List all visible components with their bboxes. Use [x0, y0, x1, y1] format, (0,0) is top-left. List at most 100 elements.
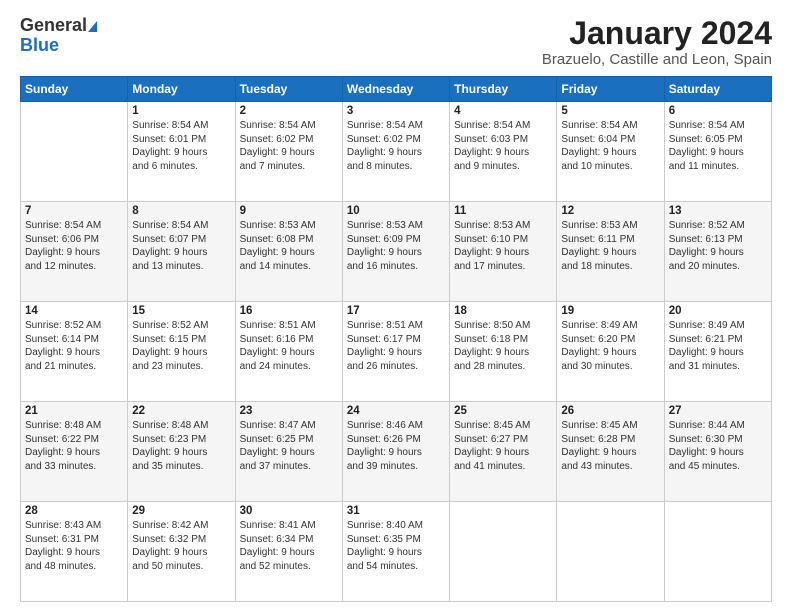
day-number: 18: [454, 305, 552, 317]
calendar-week-row: 1Sunrise: 8:54 AMSunset: 6:01 PMDaylight…: [21, 102, 772, 202]
logo-blue: Blue: [20, 36, 97, 56]
day-number: 22: [132, 405, 230, 417]
cell-info: Sunrise: 8:43 AMSunset: 6:31 PMDaylight:…: [25, 519, 123, 573]
calendar-cell: 8 Sunrise: 8:54 AMSunset: 6:07 PMDaylight…: [128, 202, 235, 302]
calendar-cell: 9 Sunrise: 8:53 AMSunset: 6:08 PMDaylight…: [235, 202, 342, 302]
day-number: 15: [132, 305, 230, 317]
calendar-cell: 12 Sunrise: 8:53 AMSunset: 6:11 PMDayligh…: [557, 202, 664, 302]
day-number: 9: [240, 205, 338, 217]
day-header: Saturday: [664, 77, 771, 102]
calendar-cell: 29 Sunrise: 8:42 AMSunset: 6:32 PMDayligh…: [128, 502, 235, 602]
page: General Blue January 2024 Brazuelo, Cast…: [0, 0, 792, 612]
day-header: Wednesday: [342, 77, 449, 102]
day-number: 30: [240, 505, 338, 517]
cell-info: Sunrise: 8:54 AMSunset: 6:02 PMDaylight:…: [347, 119, 445, 173]
cell-info: Sunrise: 8:53 AMSunset: 6:10 PMDaylight:…: [454, 219, 552, 273]
calendar-week-row: 21 Sunrise: 8:48 AMSunset: 6:22 PMDayligh…: [21, 402, 772, 502]
day-number: 27: [669, 405, 767, 417]
calendar-cell: 1Sunrise: 8:54 AMSunset: 6:01 PMDaylight…: [128, 102, 235, 202]
cell-info: Sunrise: 8:49 AMSunset: 6:21 PMDaylight:…: [669, 319, 767, 373]
calendar-body: 1Sunrise: 8:54 AMSunset: 6:01 PMDaylight…: [21, 102, 772, 602]
calendar-cell: 13 Sunrise: 8:52 AMSunset: 6:13 PMDayligh…: [664, 202, 771, 302]
day-header: Tuesday: [235, 77, 342, 102]
cell-info: Sunrise: 8:54 AMSunset: 6:03 PMDaylight:…: [454, 119, 552, 173]
cell-info: Sunrise: 8:52 AMSunset: 6:13 PMDaylight:…: [669, 219, 767, 273]
logo: General Blue: [20, 16, 97, 56]
day-header: Monday: [128, 77, 235, 102]
cell-info: Sunrise: 8:45 AMSunset: 6:27 PMDaylight:…: [454, 419, 552, 473]
cell-info: Sunrise: 8:53 AMSunset: 6:11 PMDaylight:…: [561, 219, 659, 273]
cell-info: Sunrise: 8:40 AMSunset: 6:35 PMDaylight:…: [347, 519, 445, 573]
calendar-cell: [664, 502, 771, 602]
day-number: 29: [132, 505, 230, 517]
calendar-week-row: 28Sunrise: 8:43 AMSunset: 6:31 PMDayligh…: [21, 502, 772, 602]
calendar-cell: 25 Sunrise: 8:45 AMSunset: 6:27 PMDayligh…: [450, 402, 557, 502]
page-subtitle: Brazuelo, Castille and Leon, Spain: [542, 51, 772, 68]
calendar-cell: 21 Sunrise: 8:48 AMSunset: 6:22 PMDayligh…: [21, 402, 128, 502]
day-header: Sunday: [21, 77, 128, 102]
calendar-cell: 18 Sunrise: 8:50 AMSunset: 6:18 PMDayligh…: [450, 302, 557, 402]
page-title: January 2024: [542, 16, 772, 51]
logo-general: General: [20, 15, 87, 35]
cell-info: Sunrise: 8:52 AMSunset: 6:15 PMDaylight:…: [132, 319, 230, 373]
cell-info: Sunrise: 8:46 AMSunset: 6:26 PMDaylight:…: [347, 419, 445, 473]
calendar-cell: 11Sunrise: 8:53 AMSunset: 6:10 PMDayligh…: [450, 202, 557, 302]
day-number: 25: [454, 405, 552, 417]
day-header: Thursday: [450, 77, 557, 102]
cell-info: Sunrise: 8:52 AMSunset: 6:14 PMDaylight:…: [25, 319, 123, 373]
calendar-cell: [21, 102, 128, 202]
calendar-cell: 26 Sunrise: 8:45 AMSunset: 6:28 PMDayligh…: [557, 402, 664, 502]
day-number: 13: [669, 205, 767, 217]
day-number: 8: [132, 205, 230, 217]
day-number: 23: [240, 405, 338, 417]
calendar-cell: 7 Sunrise: 8:54 AMSunset: 6:06 PMDaylight…: [21, 202, 128, 302]
cell-info: Sunrise: 8:42 AMSunset: 6:32 PMDaylight:…: [132, 519, 230, 573]
cell-info: Sunrise: 8:49 AMSunset: 6:20 PMDaylight:…: [561, 319, 659, 373]
cell-info: Sunrise: 8:53 AMSunset: 6:08 PMDaylight:…: [240, 219, 338, 273]
cell-info: Sunrise: 8:45 AMSunset: 6:28 PMDaylight:…: [561, 419, 659, 473]
day-number: 20: [669, 305, 767, 317]
calendar-cell: 6 Sunrise: 8:54 AMSunset: 6:05 PMDaylight…: [664, 102, 771, 202]
day-number: 5: [561, 105, 659, 117]
day-number: 31: [347, 505, 445, 517]
day-number: 21: [25, 405, 123, 417]
cell-info: Sunrise: 8:51 AMSunset: 6:16 PMDaylight:…: [240, 319, 338, 373]
calendar-week-row: 14 Sunrise: 8:52 AMSunset: 6:14 PMDayligh…: [21, 302, 772, 402]
calendar-cell: 22 Sunrise: 8:48 AMSunset: 6:23 PMDayligh…: [128, 402, 235, 502]
calendar-cell: 16Sunrise: 8:51 AMSunset: 6:16 PMDayligh…: [235, 302, 342, 402]
calendar-cell: 5Sunrise: 8:54 AMSunset: 6:04 PMDaylight…: [557, 102, 664, 202]
day-number: 19: [561, 305, 659, 317]
calendar-header-row: SundayMondayTuesdayWednesdayThursdayFrid…: [21, 77, 772, 102]
day-number: 2: [240, 105, 338, 117]
cell-info: Sunrise: 8:48 AMSunset: 6:23 PMDaylight:…: [132, 419, 230, 473]
cell-info: Sunrise: 8:54 AMSunset: 6:02 PMDaylight:…: [240, 119, 338, 173]
cell-info: Sunrise: 8:54 AMSunset: 6:01 PMDaylight:…: [132, 119, 230, 173]
cell-info: Sunrise: 8:54 AMSunset: 6:05 PMDaylight:…: [669, 119, 767, 173]
day-number: 17: [347, 305, 445, 317]
day-number: 14: [25, 305, 123, 317]
calendar-cell: 30Sunrise: 8:41 AMSunset: 6:34 PMDayligh…: [235, 502, 342, 602]
day-number: 10: [347, 205, 445, 217]
day-number: 26: [561, 405, 659, 417]
day-number: 24: [347, 405, 445, 417]
calendar-cell: [450, 502, 557, 602]
day-number: 4: [454, 105, 552, 117]
day-number: 6: [669, 105, 767, 117]
calendar-cell: 28Sunrise: 8:43 AMSunset: 6:31 PMDayligh…: [21, 502, 128, 602]
calendar-cell: 10Sunrise: 8:53 AMSunset: 6:09 PMDayligh…: [342, 202, 449, 302]
calendar-cell: 24 Sunrise: 8:46 AMSunset: 6:26 PMDayligh…: [342, 402, 449, 502]
calendar-cell: 27 Sunrise: 8:44 AMSunset: 6:30 PMDayligh…: [664, 402, 771, 502]
cell-info: Sunrise: 8:48 AMSunset: 6:22 PMDaylight:…: [25, 419, 123, 473]
cell-info: Sunrise: 8:54 AMSunset: 6:07 PMDaylight:…: [132, 219, 230, 273]
day-number: 12: [561, 205, 659, 217]
header: General Blue January 2024 Brazuelo, Cast…: [20, 16, 772, 68]
cell-info: Sunrise: 8:54 AMSunset: 6:06 PMDaylight:…: [25, 219, 123, 273]
day-header: Friday: [557, 77, 664, 102]
cell-info: Sunrise: 8:47 AMSunset: 6:25 PMDaylight:…: [240, 419, 338, 473]
day-number: 7: [25, 205, 123, 217]
cell-info: Sunrise: 8:44 AMSunset: 6:30 PMDaylight:…: [669, 419, 767, 473]
title-block: January 2024 Brazuelo, Castille and Leon…: [542, 16, 772, 68]
calendar-cell: 4 Sunrise: 8:54 AMSunset: 6:03 PMDaylight…: [450, 102, 557, 202]
calendar-cell: 23 Sunrise: 8:47 AMSunset: 6:25 PMDayligh…: [235, 402, 342, 502]
cell-info: Sunrise: 8:50 AMSunset: 6:18 PMDaylight:…: [454, 319, 552, 373]
